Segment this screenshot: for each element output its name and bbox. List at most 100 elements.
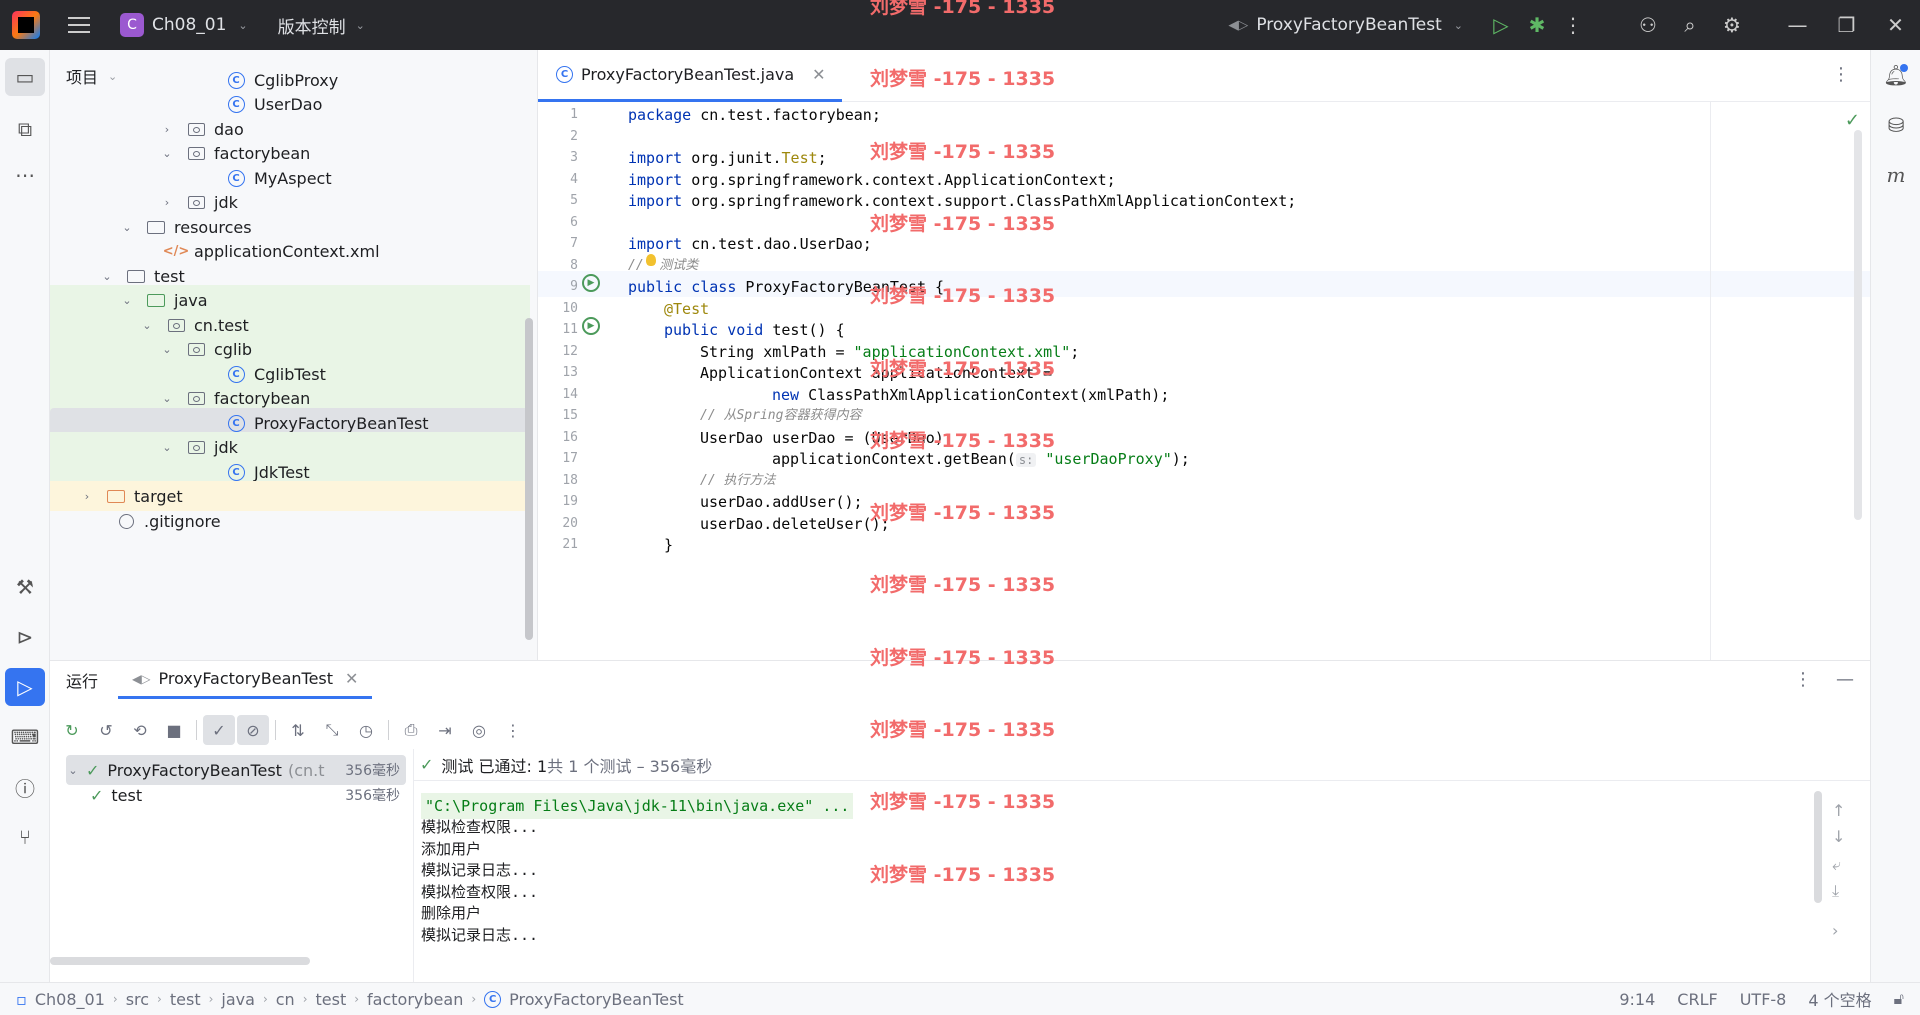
chevron-down-icon[interactable]: ⌄: [100, 270, 114, 283]
breadcrumb-item[interactable]: src: [126, 990, 149, 1009]
rerun-failed-icon[interactable]: ↺: [90, 715, 122, 745]
import-tests-icon[interactable]: ⇥: [429, 715, 461, 745]
run-test-gutter-icon[interactable]: ▶: [582, 317, 600, 335]
code-area[interactable]: 1 2 3 4 5 6 7 8 9 10 11 12 13 14 15 16 17 18 19 20 21 ▶ ▶ pa…: [538, 102, 1870, 660]
toggle-auto-test-icon[interactable]: ⟲: [124, 715, 156, 745]
rerun-icon[interactable]: ↻: [56, 715, 88, 745]
vcs-menu[interactable]: 版本控制 ⌄: [278, 13, 365, 38]
breadcrumb-separator-icon: ›: [208, 992, 214, 1006]
screenshot-icon[interactable]: ⎙: [395, 715, 427, 745]
chevron-down-icon[interactable]: ⌄: [160, 147, 174, 160]
restore-icon[interactable]: ❐: [1822, 0, 1871, 50]
class-icon: C: [226, 364, 246, 384]
tree-item[interactable]: .gitignore: [50, 506, 530, 536]
arrow-down-icon[interactable]: ↓: [1832, 827, 1845, 846]
lock-icon[interactable]: 🔓︎: [1894, 989, 1904, 1009]
build-tool-icon[interactable]: ⚒: [5, 568, 45, 606]
passed-check-icon: ✓: [420, 755, 434, 774]
more-icon[interactable]: ⋮: [497, 715, 529, 745]
close-icon[interactable]: ✕: [1871, 0, 1920, 50]
breadcrumb-item[interactable]: factorybean: [367, 990, 463, 1009]
indent-setting[interactable]: 4 个空格: [1808, 987, 1871, 1011]
minimize-icon[interactable]: —: [1773, 0, 1822, 50]
git-tool-icon[interactable]: ⑂: [5, 818, 45, 856]
run-test-gutter-icon[interactable]: ▶: [582, 274, 600, 292]
terminal-tool-icon[interactable]: ⌨: [5, 718, 45, 756]
console-line: 模拟记录日志...: [421, 926, 539, 944]
title-bar: C Ch08_01 ⌄ 版本控制 ⌄ ◀▷ ProxyFactoryBeanTe…: [0, 0, 1920, 50]
console-scrollbar[interactable]: [1814, 791, 1822, 903]
scroll-to-end-icon[interactable]: ⤓: [1832, 881, 1839, 901]
services-tool-icon[interactable]: ⊳: [5, 618, 45, 656]
soft-wrap-icon[interactable]: ⤶: [1832, 855, 1841, 875]
no-problems-check-icon[interactable]: ✓: [1845, 110, 1860, 131]
problems-tool-icon[interactable]: ⓘ: [5, 768, 45, 806]
chevron-down-icon[interactable]: ⌄: [140, 319, 154, 332]
chevron-down-icon[interactable]: ⌄: [120, 221, 134, 234]
more-tabs-icon[interactable]: ⋮: [1832, 64, 1850, 85]
class-icon: C: [226, 70, 246, 90]
project-scrollbar[interactable]: [525, 318, 533, 640]
close-tab-icon[interactable]: ✕: [345, 669, 358, 688]
left-tool-strip: ▭ ⧉ ⋯ ⚒ ⊳ ▷ ⌨ ⓘ ⑂: [0, 50, 50, 982]
notifications-icon[interactable]: 🔔︎: [1876, 56, 1916, 94]
test-results-tree: ⌄ ✓ ProxyFactoryBeanTest (cn.t 356毫秒 ✓ t…: [50, 749, 414, 983]
console-output[interactable]: "C:\Program Files\Java\jdk-11\bin\java.e…: [414, 781, 1864, 983]
project-tool-icon[interactable]: ▭: [5, 58, 45, 96]
maven-icon[interactable]: m: [1876, 156, 1916, 194]
breadcrumb-item[interactable]: Ch08_01: [35, 990, 105, 1009]
caret-position[interactable]: 9:14: [1619, 990, 1655, 1009]
arrow-up-icon[interactable]: ↑: [1832, 801, 1845, 820]
breadcrumb-item[interactable]: test: [170, 990, 201, 1009]
console-side-toolbar: ↑ ↓ ⤶ ⤓ ›: [1822, 781, 1864, 983]
tree-item-label: UserDao: [254, 94, 323, 114]
chevron-down-icon[interactable]: ⌄: [120, 294, 134, 307]
collapse-all-icon[interactable]: ⤡: [316, 715, 348, 745]
chevron-right-icon[interactable]: ›: [80, 490, 94, 503]
more-tools-icon[interactable]: ⋯: [5, 156, 45, 194]
gear-icon[interactable]: ⚙: [1711, 0, 1753, 50]
hide-panel-icon[interactable]: —: [1836, 669, 1854, 690]
tree-scrollbar[interactable]: [50, 957, 310, 965]
chevron-down-icon[interactable]: ⌄: [160, 343, 174, 356]
close-tab-icon[interactable]: ✕: [812, 65, 825, 84]
debug-icon[interactable]: ✱: [1519, 0, 1555, 50]
chevron-right-icon[interactable]: ›: [160, 123, 174, 136]
database-icon[interactable]: ⛁: [1876, 106, 1916, 144]
editor-tab[interactable]: C ProxyFactoryBeanTest.java ✕: [538, 50, 842, 102]
breadcrumb-item[interactable]: cn: [276, 990, 295, 1009]
run-icon[interactable]: ▷: [1483, 0, 1519, 50]
run-config-selector[interactable]: ◀▷ ProxyFactoryBeanTest ⌄: [1228, 15, 1463, 35]
editor-scrollbar[interactable]: [1854, 130, 1862, 520]
status-bar-widgets: 9:14 CRLF UTF-8 4 个空格 🔓︎: [1619, 987, 1904, 1011]
sort-icon[interactable]: ⇅: [282, 715, 314, 745]
intellij-logo-icon[interactable]: [12, 11, 40, 39]
breadcrumb-item[interactable]: java: [221, 990, 255, 1009]
project-switcher[interactable]: C Ch08_01 ⌄: [120, 13, 248, 37]
test-tree-item[interactable]: ✓ test 356毫秒: [66, 780, 406, 810]
more-options-icon[interactable]: ⋮: [1794, 669, 1812, 690]
show-passed-icon[interactable]: ✓: [203, 715, 235, 745]
run-tab[interactable]: ◀▷ ProxyFactoryBeanTest ✕: [118, 661, 373, 699]
chevron-down-icon[interactable]: ⌄: [160, 441, 174, 454]
structure-tool-icon[interactable]: ⧉: [5, 110, 45, 148]
history-icon[interactable]: ◷: [350, 715, 382, 745]
show-ignored-icon[interactable]: ⊘: [237, 715, 269, 745]
chevron-right-icon[interactable]: ›: [1832, 921, 1838, 940]
chevron-right-icon[interactable]: ›: [160, 196, 174, 209]
coverage-icon[interactable]: ◎: [463, 715, 495, 745]
breadcrumb-item[interactable]: ProxyFactoryBeanTest: [509, 990, 684, 1009]
tree-item-label: resources: [174, 217, 252, 237]
stop-icon[interactable]: ■: [158, 715, 190, 745]
run-tool-icon[interactable]: ▷: [5, 668, 45, 706]
more-actions-icon[interactable]: ⋮: [1555, 0, 1591, 50]
breadcrumb-item[interactable]: test: [316, 990, 347, 1009]
search-icon[interactable]: ⌕: [1669, 0, 1711, 50]
file-encoding[interactable]: UTF-8: [1740, 990, 1787, 1009]
project-panel: 项目 ⌄ C CglibProxy C UserDao › dao ⌄ factorybean…: [50, 50, 538, 660]
chevron-down-icon[interactable]: ⌄: [160, 392, 174, 405]
line-separator[interactable]: CRLF: [1677, 990, 1717, 1009]
run-toolbar: ↻ ↺ ⟲ ■ ✓ ⊘ ⇅ ⤡ ◷ ⎙ ⇥ ◎ ⋮: [50, 711, 1870, 749]
main-menu-icon[interactable]: [68, 17, 90, 33]
add-user-icon[interactable]: ⚇: [1627, 0, 1669, 50]
